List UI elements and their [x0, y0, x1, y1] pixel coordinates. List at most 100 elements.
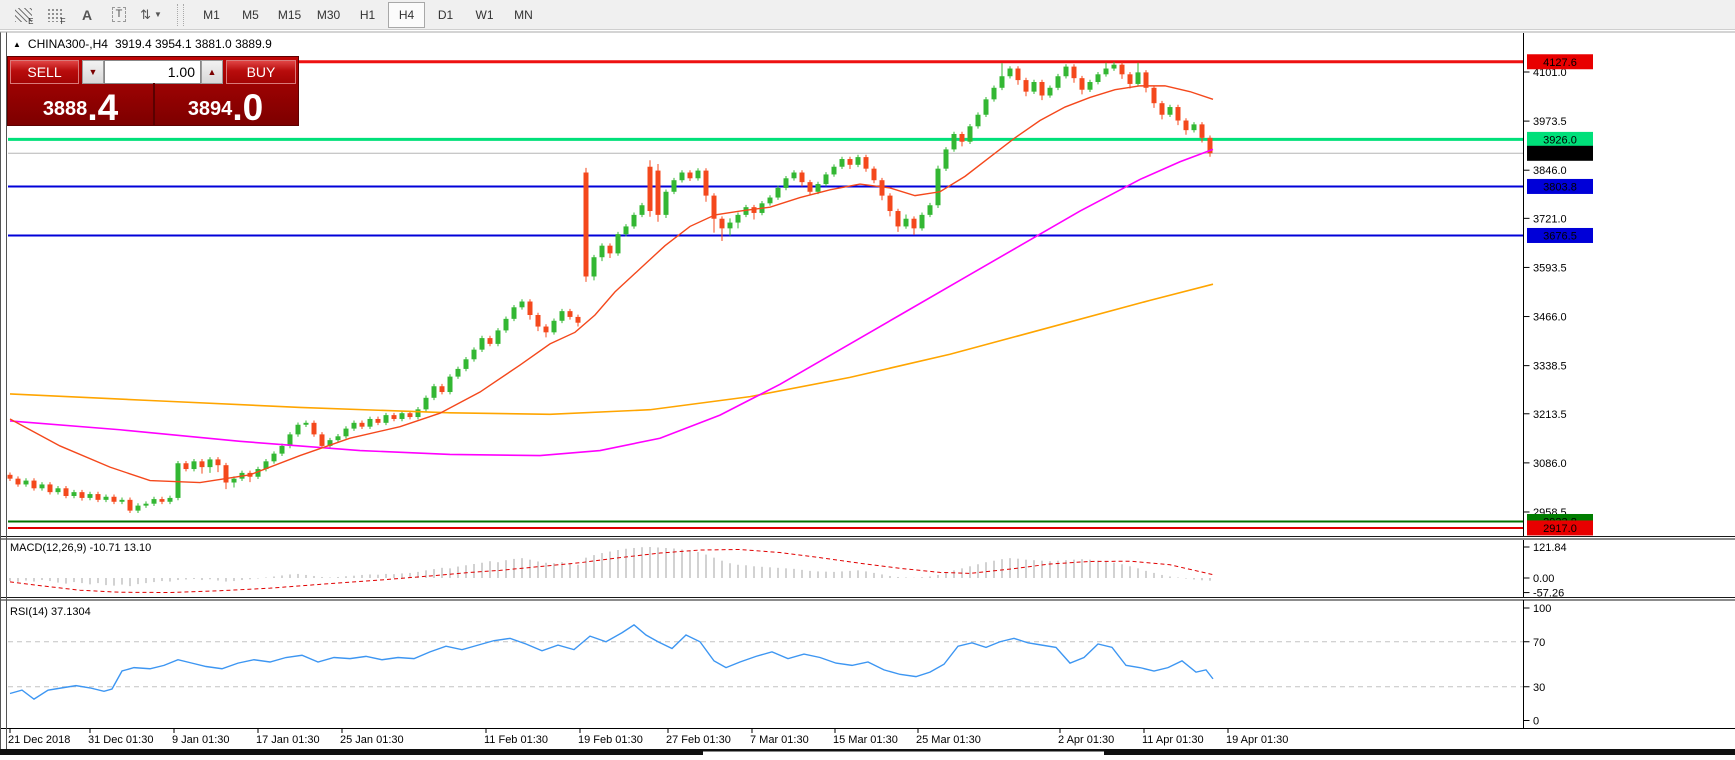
candle-body — [144, 504, 149, 506]
price-tick-label: 3466.0 — [1533, 312, 1567, 324]
candle-body — [392, 415, 397, 419]
time-axis-label: 19 Feb 01:30 — [578, 734, 643, 746]
candle-body — [288, 434, 293, 446]
price-tick-label: 3593.5 — [1533, 262, 1567, 274]
candle-body — [784, 178, 789, 188]
candle-body — [344, 429, 349, 437]
candle-body — [840, 159, 845, 167]
candle-body — [456, 369, 461, 377]
candle-body — [448, 377, 453, 392]
time-axis-label: 31 Dec 01:30 — [88, 734, 153, 746]
candle-body — [552, 321, 557, 333]
candle-body — [1096, 74, 1101, 82]
candle-body — [856, 157, 861, 165]
timeframe-m30-button[interactable]: M30 — [310, 2, 347, 28]
timeframe-m15-button[interactable]: M15 — [271, 2, 308, 28]
candle-body — [128, 500, 133, 511]
time-axis-label: 11 Feb 01:30 — [484, 734, 548, 746]
candle-body — [72, 492, 77, 496]
candle-body — [816, 184, 821, 192]
candle-body — [168, 498, 173, 502]
candle-body — [560, 311, 565, 321]
rsi-axis-label: 100 — [1533, 603, 1551, 615]
price-tick-label: 3213.5 — [1533, 409, 1567, 421]
text-box-tool-button[interactable]: T — [104, 2, 134, 28]
price-tick-label: 3973.5 — [1533, 116, 1567, 128]
candle-body — [720, 219, 725, 229]
dot-grid-f-tool-button[interactable]: F — [40, 2, 70, 28]
candle-body — [1184, 121, 1189, 131]
candle-body — [824, 174, 829, 184]
candle-body — [600, 246, 605, 258]
candle-body — [984, 99, 989, 114]
price-badge-label: 4127.6 — [1543, 57, 1577, 69]
candle-body — [16, 479, 21, 485]
candle-body — [928, 205, 933, 215]
candle-body — [296, 425, 301, 435]
candle-body — [272, 454, 277, 462]
rsi-axis-label: 70 — [1533, 637, 1545, 649]
candle-body — [1080, 78, 1085, 90]
candle-body — [96, 494, 101, 500]
bid-ask-prices: 3888.4 3894.0 — [8, 84, 298, 126]
candle-body — [800, 173, 805, 183]
toolbar: E F A T ⇅ ▼ M1 M5 M15 M30 H1 H4 D1 W1 MN — [0, 0, 1735, 30]
volume-decrease-button[interactable]: ▼ — [82, 60, 104, 84]
candle-body — [568, 311, 573, 317]
volume-input[interactable] — [104, 60, 201, 84]
sell-button[interactable]: SELL — [10, 60, 79, 84]
candle-body — [608, 246, 613, 254]
candle-body — [592, 257, 597, 276]
ohlc-values: 3919.4 3954.1 3881.0 3889.9 — [115, 37, 272, 51]
time-axis-label: 15 Mar 01:30 — [833, 734, 898, 746]
sell-price[interactable]: 3888.4 — [8, 84, 153, 126]
timeframe-m5-button[interactable]: M5 — [232, 2, 269, 28]
candle-body — [464, 359, 469, 369]
candle-body — [312, 423, 317, 435]
timeframe-d1-button[interactable]: D1 — [427, 2, 464, 28]
toolbar-separator — [177, 4, 184, 26]
candle-body — [1000, 76, 1005, 88]
candle-body — [696, 171, 701, 179]
candle-body — [384, 415, 389, 423]
hatch-pattern-e-tool-button[interactable]: E — [8, 2, 38, 28]
chart-canvas[interactable]: 4101.03973.53846.03721.03593.53466.03338… — [0, 30, 1735, 755]
candle-body — [160, 499, 165, 502]
timeframe-mn-button[interactable]: MN — [505, 2, 542, 28]
candle-body — [904, 219, 909, 227]
timeframe-m1-button[interactable]: M1 — [193, 2, 230, 28]
dot-grid-icon: F — [47, 8, 64, 22]
candle-body — [704, 171, 709, 196]
candle-body — [1008, 69, 1013, 77]
candle-body — [1056, 76, 1061, 88]
candle-body — [688, 173, 693, 179]
trade-controls-row: SELL ▼ ▲ BUY — [10, 60, 296, 84]
chart-window: 4101.03973.53846.03721.03593.53466.03338… — [0, 30, 1735, 755]
arrow-style-tool-button[interactable]: ⇅ ▼ — [136, 2, 166, 28]
candle-body — [544, 327, 549, 333]
buy-price[interactable]: 3894.0 — [153, 84, 298, 126]
candle-body — [112, 497, 117, 502]
candle-body — [960, 134, 965, 142]
candle-body — [136, 506, 141, 511]
timeframe-w1-button[interactable]: W1 — [466, 2, 503, 28]
timeframe-h1-button[interactable]: H1 — [349, 2, 386, 28]
candle-body — [808, 182, 813, 192]
candle-body — [872, 169, 877, 181]
candle-body — [56, 488, 61, 492]
candle-body — [832, 167, 837, 175]
text-label-tool-button[interactable]: A — [72, 2, 102, 28]
candle-body — [200, 461, 205, 467]
time-axis-label: 9 Jan 01:30 — [172, 734, 230, 746]
candle-body — [1088, 82, 1093, 90]
rsi-axis-label: 0 — [1533, 716, 1539, 728]
collapse-panel-icon[interactable]: ▲ — [13, 40, 21, 49]
candle-body — [880, 180, 885, 195]
timeframe-h4-button[interactable]: H4 — [388, 2, 425, 28]
buy-button[interactable]: BUY — [226, 60, 296, 84]
candle-body — [416, 409, 421, 417]
candle-body — [424, 398, 429, 410]
candle-body — [352, 423, 357, 429]
volume-increase-button[interactable]: ▲ — [201, 60, 223, 84]
candle-body — [1120, 65, 1125, 75]
